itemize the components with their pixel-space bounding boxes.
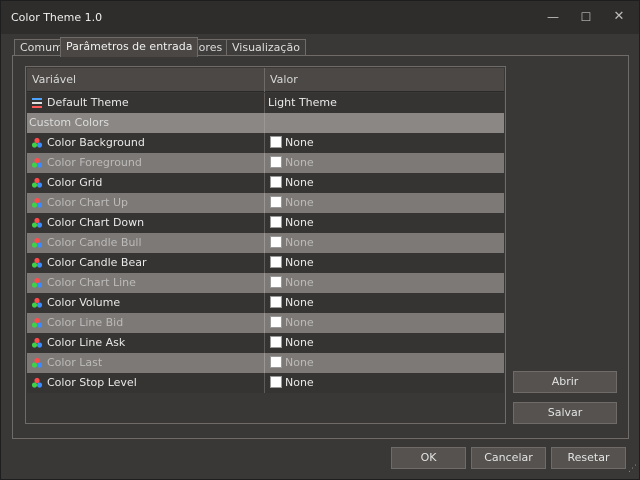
color-parameter-icon [31,257,43,268]
row-value[interactable]: None [285,153,314,173]
close-icon[interactable]: ✕ [609,8,629,26]
save-button[interactable]: Salvar [513,402,617,424]
color-parameter-icon [31,317,43,328]
table-row[interactable]: Color Chart Down None [27,213,504,233]
color-parameter-icon [31,377,43,388]
dialog-window: Color Theme 1.0 — ☐ ✕ Comum Parâmetros d… [0,0,640,480]
row-value[interactable]: None [285,133,314,153]
color-swatch[interactable] [270,216,282,228]
row-value[interactable]: None [285,353,314,373]
row-value[interactable]: None [285,193,314,213]
table-row[interactable]: Color Volume None [27,293,504,313]
color-swatch[interactable] [270,276,282,288]
table-row[interactable]: Color Chart Up None [27,193,504,213]
row-name: Color Chart Up [47,196,128,209]
tab-visualizacao[interactable]: Visualização [226,39,306,56]
color-parameter-icon [31,277,43,288]
row-name: Color Foreground [47,156,142,169]
section-label: Custom Colors [29,116,110,129]
reset-button[interactable]: Resetar [551,447,626,469]
row-name: Color Chart Down [47,216,145,229]
table-row[interactable]: Color Chart Line None [27,273,504,293]
row-value[interactable]: None [285,173,314,193]
window-title: Color Theme 1.0 [11,11,103,24]
column-header-variable[interactable]: Variável [27,68,265,92]
color-parameter-icon [31,197,43,208]
color-parameter-icon [31,297,43,308]
color-parameter-icon [31,237,43,248]
table-row[interactable]: Color Line Bid None [27,313,504,333]
row-value[interactable]: None [285,233,314,253]
color-parameter-icon [31,357,43,368]
color-parameter-icon [31,177,43,188]
enum-parameter-icon [32,98,42,108]
color-swatch[interactable] [270,176,282,188]
color-swatch[interactable] [270,316,282,328]
tab-parametros-de-entrada[interactable]: Parâmetros de entrada [60,37,199,57]
row-value[interactable]: None [285,333,314,353]
table-row[interactable]: Color Background None [27,133,504,153]
color-swatch[interactable] [270,236,282,248]
section-row: Custom Colors [27,113,504,133]
color-swatch[interactable] [270,376,282,388]
table-row[interactable]: Color Grid None [27,173,504,193]
minimize-icon[interactable]: — [543,8,563,26]
row-value[interactable]: None [285,213,314,233]
color-swatch[interactable] [270,336,282,348]
row-name: Color Background [47,136,145,149]
row-value[interactable]: None [285,373,314,393]
row-value[interactable]: None [285,273,314,293]
color-swatch[interactable] [270,256,282,268]
row-name: Color Candle Bear [47,256,147,269]
row-name: Color Chart Line [47,276,136,289]
row-name: Color Line Ask [47,336,126,349]
row-name: Color Stop Level [47,376,137,389]
color-parameter-icon [31,217,43,228]
table-row[interactable]: Default Theme Light Theme [27,93,504,113]
row-name: Color Candle Bull [47,236,142,249]
maximize-icon[interactable]: ☐ [576,8,596,26]
color-parameter-icon [31,337,43,348]
color-swatch[interactable] [270,296,282,308]
table-row[interactable]: Color Line Ask None [27,333,504,353]
color-parameter-icon [31,157,43,168]
color-parameter-icon [31,137,43,148]
column-header-value[interactable]: Valor [265,68,504,92]
row-name: Color Last [47,356,103,369]
open-button[interactable]: Abrir [513,371,617,393]
row-name: Color Line Bid [47,316,124,329]
title-bar[interactable]: Color Theme 1.0 — ☐ ✕ [1,1,639,34]
table-row[interactable]: Color Foreground None [27,153,504,173]
row-value[interactable]: None [285,313,314,333]
table-row[interactable]: Color Candle Bull None [27,233,504,253]
table-row[interactable]: Color Stop Level None [27,373,504,393]
row-name: Default Theme [47,96,129,109]
table-header: Variável Valor [27,68,504,92]
resize-grip-icon[interactable]: ⋰ [625,463,637,475]
color-swatch[interactable] [270,156,282,168]
row-name: Color Grid [47,176,103,189]
row-value[interactable]: None [285,293,314,313]
tab-panel: Variável Valor Default Theme Light Theme [12,55,629,439]
parameters-table: Variável Valor Default Theme Light Theme [25,66,506,424]
table-row[interactable]: Color Candle Bear None [27,253,504,273]
table-row[interactable]: Color Last None [27,353,504,373]
color-swatch[interactable] [270,196,282,208]
row-name: Color Volume [47,296,121,309]
row-value[interactable]: None [285,253,314,273]
ok-button[interactable]: OK [391,447,466,469]
color-swatch[interactable] [270,136,282,148]
color-swatch[interactable] [270,356,282,368]
row-value[interactable]: Light Theme [268,93,337,113]
cancel-button[interactable]: Cancelar [471,447,546,469]
